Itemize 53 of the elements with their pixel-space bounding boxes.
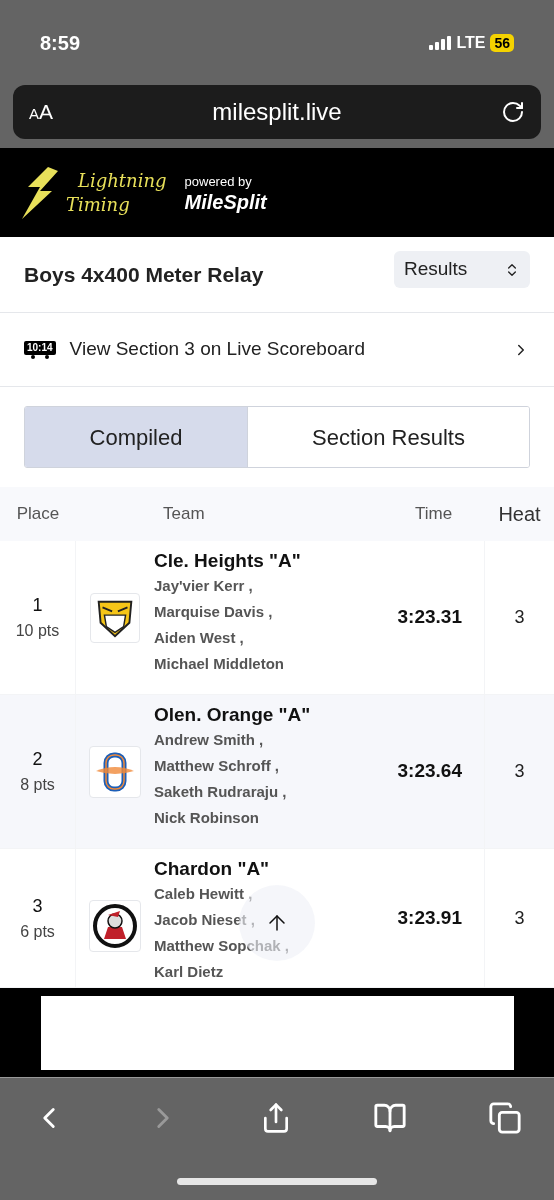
team-logo-icon bbox=[89, 900, 141, 952]
column-header: Team bbox=[163, 503, 206, 526]
team-name: Chardon "A" bbox=[154, 857, 270, 881]
athlete-name: Michael Middleton bbox=[154, 654, 284, 674]
partner-logo-text: MileSplit bbox=[184, 191, 267, 214]
points-text: 10 pts bbox=[15, 621, 60, 641]
heat-number: 3 bbox=[513, 606, 526, 629]
athlete-name: Matthew Schroff , bbox=[154, 756, 279, 776]
scoreboard-link-label: View Section 3 on Live Scoreboard bbox=[69, 337, 366, 362]
event-title: Boys 4x400 Meter Relay bbox=[24, 261, 264, 288]
heat-number: 3 bbox=[513, 760, 526, 783]
athlete-name: Nick Robinson bbox=[154, 808, 259, 828]
place-number: 3 bbox=[32, 894, 43, 918]
view-select[interactable]: Results bbox=[394, 251, 530, 288]
brand-text: Timing bbox=[66, 192, 131, 217]
team-name: Olen. Orange "A" bbox=[154, 703, 311, 727]
athlete-name: Aiden West , bbox=[154, 628, 244, 648]
team-logo-icon bbox=[89, 746, 141, 798]
athlete-name: Jay'vier Kerr , bbox=[154, 576, 253, 596]
race-time: 3:23.31 bbox=[397, 605, 462, 630]
race-time: 3:23.91 bbox=[397, 905, 462, 930]
network-label: LTE bbox=[456, 32, 486, 53]
tabs-icon[interactable] bbox=[488, 1101, 522, 1135]
athlete-name: Andrew Smith , bbox=[154, 730, 264, 750]
athlete-name: Karl Dietz bbox=[154, 962, 224, 982]
view-tab[interactable]: Compiled bbox=[25, 407, 247, 467]
race-time: 3:23.64 bbox=[397, 759, 462, 784]
battery-level: 56 bbox=[490, 33, 514, 52]
scoreboard-link[interactable]: 10:14 View Section 3 on Live Scoreboard bbox=[0, 313, 554, 387]
team-logo-icon bbox=[90, 593, 140, 643]
signal-icon bbox=[429, 35, 452, 50]
brand-text: Lightning bbox=[78, 168, 167, 193]
reader-button[interactable]: AA bbox=[29, 96, 54, 128]
athlete-name: Jacob Nieset , bbox=[154, 910, 255, 930]
athlete-name: Matthew Sopchak , bbox=[154, 936, 290, 956]
powered-by-text: powered by bbox=[184, 172, 253, 191]
athlete-name: Saketh Rudraraju , bbox=[154, 782, 287, 802]
points-text: 6 pts bbox=[20, 921, 55, 942]
column-header: Time bbox=[415, 503, 454, 526]
column-header: Place bbox=[15, 503, 61, 526]
place-number: 1 bbox=[32, 594, 43, 617]
team-name: Cle. Heights "A" bbox=[154, 549, 301, 573]
url-text[interactable]: milesplit.live bbox=[212, 94, 342, 130]
reload-icon[interactable] bbox=[501, 100, 525, 124]
place-number: 2 bbox=[32, 748, 43, 771]
column-header: Heat bbox=[497, 502, 542, 527]
heat-number: 3 bbox=[513, 906, 526, 930]
view-tab[interactable]: Section Results bbox=[247, 407, 529, 467]
status-time: 8:59 bbox=[40, 30, 81, 56]
athlete-name: Caleb Hewitt , bbox=[154, 884, 253, 904]
points-text: 8 pts bbox=[20, 775, 55, 795]
bookmarks-icon[interactable] bbox=[372, 1101, 408, 1135]
athlete-name: Marquise Davis , bbox=[154, 602, 273, 622]
